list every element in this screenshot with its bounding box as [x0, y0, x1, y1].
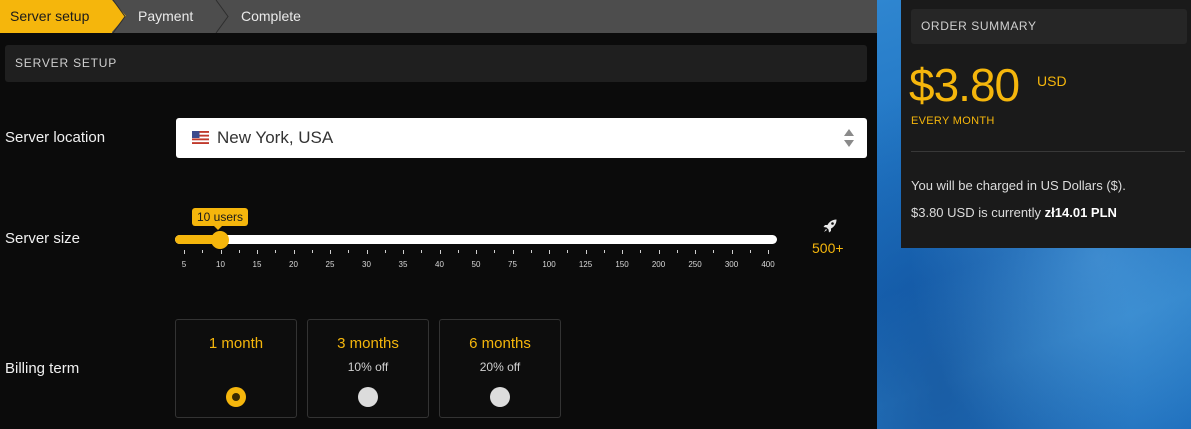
server-location-value: New York, USA	[217, 128, 334, 147]
slider-tick-label: 250	[688, 260, 702, 269]
billing-radio-selected[interactable]	[226, 387, 246, 407]
billing-radio[interactable]	[490, 387, 510, 407]
billing-option-subtitle: 10% off	[347, 360, 389, 374]
main-panel: Server setup Payment Complete SERVER SET…	[0, 0, 877, 429]
slider-tick-mark	[403, 250, 404, 254]
slider-minor-tick	[567, 250, 569, 253]
slider-tick-mark	[585, 250, 587, 254]
slider-tick-label: 400	[761, 260, 775, 269]
slider-tick-mark	[257, 250, 258, 254]
slider-minor-tick	[384, 250, 386, 253]
billing-option-title: 6 months	[469, 335, 531, 352]
slider-tick-label: 50	[471, 260, 481, 269]
slider-tick-mark	[695, 250, 696, 254]
server-size-slider-track[interactable]	[175, 235, 777, 244]
slider-tick-mark	[658, 250, 660, 254]
slider-tick-label: 10	[216, 260, 225, 269]
billing-option-1-month[interactable]: 1 month	[175, 319, 297, 418]
us-flag-icon	[192, 131, 209, 144]
slider-minor-tick	[202, 250, 204, 253]
slider-tick-label: 150	[615, 260, 629, 269]
slider-tick-label: 5	[181, 260, 187, 269]
step-payment[interactable]: Payment	[138, 0, 193, 33]
billing-radio[interactable]	[358, 387, 378, 407]
conversion-usd: $3.80 USD	[911, 205, 975, 220]
slider-value-tooltip: 10 users	[192, 208, 249, 230]
billing-option-subtitle: 20% off	[479, 360, 521, 374]
order-summary-title: ORDER SUMMARY	[911, 9, 1187, 44]
summary-divider	[911, 151, 1185, 152]
server-size-max-label: 500+	[812, 240, 844, 256]
slider-minor-tick	[749, 250, 751, 253]
sort-arrows-icon	[843, 128, 855, 148]
slider-minor-tick	[640, 250, 642, 253]
slider-minor-tick	[348, 250, 350, 253]
slider-tick-label: 35	[398, 260, 408, 269]
chevron-right-icon	[112, 0, 126, 33]
chevron-right-icon	[215, 0, 229, 33]
server-size-label: Server size	[5, 230, 81, 247]
slider-minor-tick	[676, 250, 678, 253]
section-header: SERVER SETUP	[5, 45, 867, 82]
charge-currency-note: You will be charged in US Dollars ($).	[911, 178, 1126, 193]
slider-tick-label: 25	[325, 260, 335, 269]
billing-option-title: 1 month	[208, 335, 264, 352]
conversion-pln: zł14.01 PLN	[1044, 205, 1117, 220]
checkout-stepper: Server setup Payment Complete	[0, 0, 877, 33]
conversion-text: is currently	[974, 205, 1045, 220]
slider-tick-label: 125	[578, 260, 593, 269]
slider-minor-tick	[457, 250, 459, 253]
slider-minor-tick	[494, 250, 496, 253]
billing-option-6-months[interactable]: 6 months 20% off	[439, 319, 561, 418]
slider-minor-tick	[275, 250, 277, 253]
slider-minor-tick	[238, 250, 240, 253]
slider-tick-mark	[731, 250, 733, 254]
slider-tick-label: 200	[651, 260, 666, 269]
currency-conversion-note: $3.80 USD is currently zł14.01 PLN	[911, 205, 1117, 220]
slider-minor-tick	[603, 250, 605, 253]
slider-minor-tick	[311, 250, 313, 253]
price-amount: $3.80	[909, 59, 1020, 111]
slider-tick-mark	[512, 250, 514, 254]
slider-tick-mark	[768, 250, 769, 254]
slider-tick-mark	[549, 250, 550, 254]
slider-minor-tick	[530, 250, 532, 253]
slider-minor-tick	[713, 250, 715, 253]
slider-tick-label: 100	[542, 260, 556, 269]
slider-tick-label: 20	[289, 260, 298, 269]
slider-tick-label: 75	[508, 260, 517, 269]
slider-tick-label: 30	[362, 260, 371, 269]
rocket-icon	[822, 218, 838, 234]
step-server-setup[interactable]: Server setup	[0, 0, 126, 33]
slider-tick-mark	[293, 250, 295, 254]
billing-period: EVERY MONTH	[911, 115, 995, 127]
slider-tick-mark	[220, 250, 222, 254]
slider-tick-mark	[476, 250, 477, 254]
slider-tick-label: 15	[252, 260, 262, 269]
billing-option-3-months[interactable]: 3 months 10% off	[307, 319, 429, 418]
slider-tick-mark	[330, 250, 331, 254]
step-complete[interactable]: Complete	[241, 0, 301, 33]
slider-tick-label: 300	[724, 260, 739, 269]
server-size-slider-thumb[interactable]	[211, 231, 229, 249]
slider-tick-mark	[366, 250, 368, 254]
price-currency: USD	[1037, 73, 1067, 89]
server-location-select[interactable]: New York, USA	[176, 118, 867, 158]
slider-tick-label: 40	[435, 260, 444, 269]
server-location-label: Server location	[5, 129, 106, 146]
billing-term-label: Billing term	[5, 360, 80, 377]
slider-tick-mark	[184, 250, 185, 254]
slider-tick-mark	[439, 250, 441, 254]
slider-minor-tick	[421, 250, 423, 253]
billing-option-title: 3 months	[337, 335, 399, 352]
slider-tick-mark	[622, 250, 623, 254]
